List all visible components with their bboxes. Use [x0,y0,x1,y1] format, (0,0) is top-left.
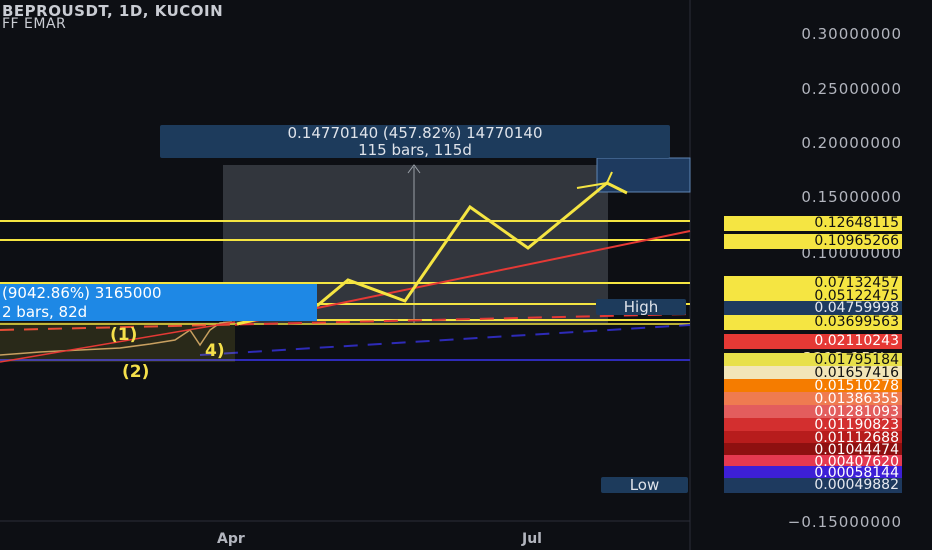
y-tick-015: 0.15000000 [801,188,902,206]
blue-dashed-line[interactable] [199,324,691,356]
x-tick-jul: Jul [522,531,542,547]
price-tag-5: 0.03699563 [724,315,902,330]
wave-label-4: 4) [205,341,225,361]
low-marker: Low [601,477,688,493]
high-marker: High [596,299,686,315]
price-tag-0: 0.12648115 [724,216,902,231]
x-tick-apr: Apr [217,531,245,547]
wave-label-2: (2) [122,362,150,382]
measure-left-line2: 2 bars, 82d [2,303,88,321]
price-tag-6: 0.02110243 [724,334,902,349]
y-tick-025: 0.25000000 [801,80,902,98]
wave-label-1: (1) [110,325,138,345]
measure-top-line1: 0.14770140 (457.82%) 14770140 [287,124,543,142]
y-tick-neg015: −0.15000000 [787,513,902,531]
price-tag-1: 0.10965266 [724,234,902,249]
measure-left-line1: (9042.86%) 3165000 [2,284,162,302]
measure-top-line2: 115 bars, 115d [358,141,472,159]
measure-top-label[interactable]: 0.14770140 (457.82%) 14770140 115 bars, … [160,125,670,158]
measure-left-label[interactable]: (9042.86%) 3165000 2 bars, 82d [0,284,317,321]
y-tick-030: 0.30000000 [801,25,902,43]
indicator-name: FF EMAR [2,16,67,32]
y-tick-020: 0.20000000 [801,134,902,152]
price-tag-17: 0.00049882 [724,478,902,493]
